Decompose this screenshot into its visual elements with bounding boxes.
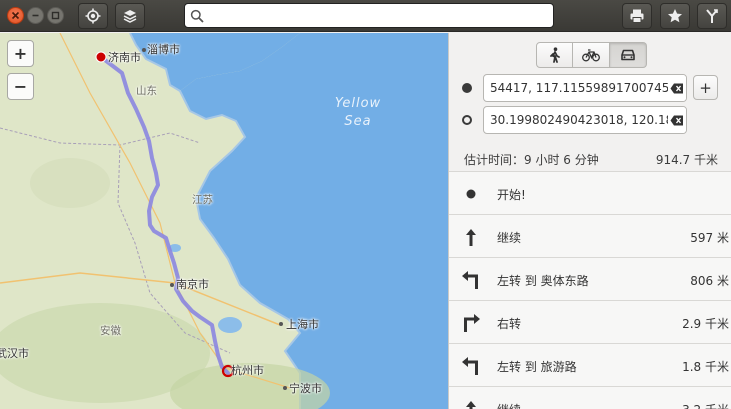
step-text: 右转	[497, 317, 522, 331]
add-waypoint-button[interactable]: +	[693, 75, 718, 100]
sea-area	[180, 33, 448, 409]
print-icon	[630, 9, 644, 23]
map-label-yellow-sea: Yellow Sea	[333, 95, 383, 130]
layers-icon	[123, 10, 137, 23]
route-summary: 估计时间：9 小时 6 分钟 914.7 千米	[449, 146, 731, 170]
search-field[interactable]	[184, 3, 554, 28]
search-icon	[190, 9, 204, 23]
route-steps-list: 开始! 继续 597 米 左转 到 奥体东路 806 米 右转 2.9 千米 左…	[449, 171, 731, 409]
route-sidebar: 54417, 117.11559891700745 + 30.199802490…	[448, 33, 731, 409]
map-label-nanjing: 南京市	[176, 278, 209, 291]
step-text: 继续	[497, 231, 522, 245]
close-button[interactable]	[7, 7, 24, 24]
sea-label-line2: Sea	[344, 113, 372, 129]
search-input[interactable]	[208, 8, 553, 23]
favorite-button[interactable]	[660, 3, 690, 29]
walking-icon	[549, 47, 560, 63]
map-label-anhui: 安徽	[100, 325, 121, 337]
map-label-jinan: 济南市	[108, 51, 141, 64]
header-bar	[0, 0, 731, 32]
step-distance: 1.8 千米	[682, 360, 729, 374]
route-step[interactable]: 左转 到 旅游路 1.8 千米	[449, 343, 731, 386]
clear-icon	[670, 115, 683, 125]
start-waypoint-field[interactable]: 54417, 117.11559891700745	[483, 74, 687, 102]
end-marker-icon	[462, 115, 472, 125]
map-canvas	[0, 33, 448, 409]
step-distance: 806 米	[690, 274, 729, 288]
dot-icon	[459, 182, 483, 206]
step-text: 左转 到 奥体东路	[497, 274, 589, 288]
route-step[interactable]: 继续 597 米	[449, 214, 731, 257]
turn-left-icon	[459, 268, 483, 292]
minimize-button[interactable]	[27, 7, 44, 24]
turn-left-icon	[459, 354, 483, 378]
map-label-hangzhou: 杭州市	[231, 364, 264, 377]
route-step[interactable]: 继续 3.2 千米	[449, 386, 731, 409]
maximize-button[interactable]	[47, 7, 64, 24]
step-distance: 2.9 千米	[682, 317, 729, 331]
map-label-shanghai: 上海市	[286, 318, 319, 331]
end-waypoint-value: 30.199802490423018, 120.18	[490, 113, 668, 127]
map-view[interactable]: 济南市 淄博市 山东 江苏 南京市 上海市 安徽 武汉市 杭州市 宁波市 Yel…	[0, 33, 448, 409]
transport-mode-selector	[536, 42, 647, 68]
maximize-icon	[51, 11, 60, 20]
print-button[interactable]	[622, 3, 652, 29]
map-label-shandong: 山东	[136, 85, 157, 97]
layers-button[interactable]	[115, 3, 145, 29]
sea-label-line1: Yellow	[334, 96, 382, 111]
star-icon	[668, 9, 682, 23]
mode-car-button[interactable]	[610, 42, 647, 68]
step-distance: 597 米	[690, 231, 729, 245]
zoom-in-button[interactable]: +	[7, 40, 34, 67]
waypoint-row-start: 54417, 117.11559891700745 +	[449, 74, 731, 102]
route-start-marker	[95, 51, 107, 63]
map-label-jiangsu: 江苏	[192, 194, 213, 206]
map-label-ningbo: 宁波市	[289, 382, 322, 395]
locate-icon	[85, 8, 101, 24]
start-marker-icon	[462, 83, 472, 93]
close-icon	[11, 11, 20, 20]
route-step[interactable]: 开始!	[449, 171, 731, 214]
turn-right-icon	[459, 311, 483, 335]
mode-walking-button[interactable]	[536, 42, 573, 68]
cycling-icon	[582, 49, 600, 62]
end-waypoint-field[interactable]: 30.199802490423018, 120.18	[483, 106, 687, 134]
map-label-wuhan: 武汉市	[0, 347, 29, 360]
route-step[interactable]: 右转 2.9 千米	[449, 300, 731, 343]
route-icon	[706, 9, 718, 23]
clear-end-button[interactable]	[668, 107, 686, 133]
locate-button[interactable]	[78, 3, 108, 29]
waypoint-row-end: 30.199802490423018, 120.18	[449, 106, 731, 134]
estimated-time: 估计时间：9 小时 6 分钟	[464, 153, 599, 167]
car-icon	[621, 49, 635, 61]
step-text: 继续	[497, 401, 521, 409]
start-waypoint-value: 54417, 117.11559891700745	[490, 81, 668, 95]
minimize-icon	[32, 14, 39, 17]
mode-cycling-button[interactable]	[573, 42, 610, 68]
route-button[interactable]	[697, 3, 727, 29]
arrow-up-icon	[459, 225, 483, 249]
step-text: 左转 到 旅游路	[497, 360, 577, 374]
route-step[interactable]: 左转 到 奥体东路 806 米	[449, 257, 731, 300]
arrow-up-icon	[459, 397, 483, 409]
total-distance: 914.7 千米	[655, 153, 718, 167]
maps-app: 济南市 淄博市 山东 江苏 南京市 上海市 安徽 武汉市 杭州市 宁波市 Yel…	[0, 0, 731, 409]
step-distance: 3.2 千米	[682, 401, 729, 409]
clear-icon	[670, 83, 683, 93]
zoom-out-button[interactable]: −	[7, 73, 34, 100]
clear-start-button[interactable]	[668, 75, 686, 101]
step-text: 开始!	[497, 188, 526, 202]
map-label-zibo: 淄博市	[147, 43, 180, 56]
